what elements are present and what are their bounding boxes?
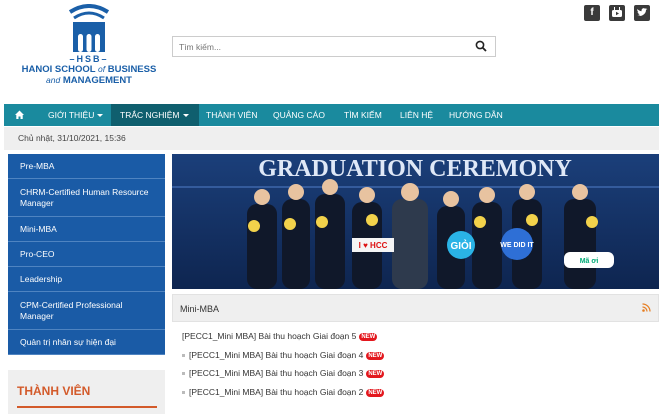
nav-tim-kiem[interactable]: TÌM KIẾM (344, 104, 382, 126)
nav-lien-he[interactable]: LIÊN HỆ (400, 104, 433, 126)
twitter-icon[interactable] (634, 5, 650, 21)
sidebar-item-label: Leadership (20, 273, 63, 284)
graduation-banner[interactable]: GRADUATION CEREMONY I ♥ HCC GIỎI WE DID … (172, 154, 659, 289)
logo-line2: and MANAGEMENT (46, 75, 132, 86)
new-badge-icon: NEW (366, 352, 385, 360)
sidebar-item-quan-tri-nhan-su[interactable]: Quản trị nhân sự hiện đại (8, 330, 165, 355)
logo-sub: –HSB– (69, 54, 109, 64)
sidebar-item-label: CHRM-Certified Human Resource Manager (20, 186, 149, 208)
post-link[interactable]: [PECC1_Mini MBA] Bài thu hoạch Giai đoạn… (182, 350, 385, 360)
date-bar: Chủ nhật, 31/10/2021, 15:36 (4, 127, 659, 150)
sidebar-item-label: Pre-MBA (20, 160, 55, 171)
caret-down-icon (97, 114, 104, 118)
nav-gioi-thieu[interactable]: GIỚI THIỆU (42, 104, 109, 126)
site-header: –HSB– HANOI SCHOOL of BUSINESS and MANAG… (0, 0, 659, 100)
bullet-icon (182, 354, 185, 358)
facebook-icon[interactable]: f (584, 5, 600, 21)
home-icon[interactable] (14, 104, 28, 126)
youtube-icon[interactable] (609, 5, 625, 21)
members-box: THÀNH VIÊN (8, 370, 165, 414)
sidebar-item-chrm[interactable]: CHRM-Certified Human Resource Manager (8, 179, 165, 217)
sidebar-item-label: Pro-CEO (20, 248, 55, 259)
nav-trac-nghiem[interactable]: TRẮC NGHIỆM (111, 104, 199, 126)
bullet-icon (182, 372, 185, 376)
new-badge-icon: NEW (366, 389, 385, 397)
sidebar-item-label: Quản trị nhân sự hiện đại (20, 336, 116, 347)
nav-quang-cao[interactable]: QUẢNG CÁO (273, 104, 325, 126)
sidebar-item-mini-mba[interactable]: Mini-MBA (8, 217, 165, 242)
new-badge-icon: NEW (359, 333, 378, 341)
sidebar-item-cpm[interactable]: CPM-Certified Professional Manager (8, 292, 165, 330)
sidebar-menu: Pre-MBA CHRM-Certified Human Resource Ma… (8, 154, 165, 355)
search-box (172, 36, 496, 57)
main-nav: GIỚI THIỆU TRẮC NGHIỆM THÀNH VIÊN QUẢNG … (4, 104, 659, 126)
bullet-icon (182, 391, 185, 395)
post-link[interactable]: [PECC1_Mini MBA] Bài thu hoạch Giai đoạn… (182, 331, 378, 341)
sidebar-item-label: Mini-MBA (20, 223, 57, 234)
banner-sign-1: I ♥ HCC (359, 241, 388, 250)
caret-down-icon (182, 114, 189, 118)
sidebar-item-pro-ceo[interactable]: Pro-CEO (8, 242, 165, 267)
sidebar-item-pre-mba[interactable]: Pre-MBA (8, 154, 165, 179)
rss-icon[interactable] (642, 303, 651, 312)
mini-mba-panel-header: Mini-MBA (172, 294, 659, 322)
banner-title: GRADUATION CEREMONY (258, 156, 572, 182)
divider (17, 406, 157, 408)
post-link[interactable]: [PECC1_Mini MBA] Bài thu hoạch Giai đoạn… (182, 387, 385, 397)
current-date: Chủ nhật, 31/10/2021, 15:36 (18, 133, 126, 143)
banner-sign-4: Mã ơi (580, 258, 599, 265)
logo-line1: HANOI SCHOOL of BUSINESS (21, 64, 157, 75)
post-link[interactable]: [PECC1_Mini MBA] Bài thu hoạch Giai đoạn… (182, 368, 385, 378)
search-input[interactable] (173, 37, 463, 56)
nav-huong-dan[interactable]: HƯỚNG DẪN (449, 104, 503, 126)
post-title: [PECC1_Mini MBA] Bài thu hoạch Giai đoạn… (182, 331, 357, 341)
sidebar-item-leadership[interactable]: Leadership (8, 267, 165, 292)
post-title: [PECC1_Mini MBA] Bài thu hoạch Giai đoạn… (189, 350, 364, 360)
search-icon[interactable] (475, 40, 487, 52)
post-title: [PECC1_Mini MBA] Bài thu hoạch Giai đoạn… (189, 387, 364, 397)
banner-sign-3: WE DID IT (500, 242, 534, 249)
sidebar-item-label: CPM-Certified Professional Manager (20, 299, 123, 321)
banner-sign-2: GIỎI (450, 239, 471, 252)
logo-mark-icon (62, 4, 116, 54)
nav-thanh-vien[interactable]: THÀNH VIÊN (206, 104, 257, 126)
hsb-logo[interactable]: –HSB– HANOI SCHOOL of BUSINESS and MANAG… (14, 4, 164, 86)
panel-title[interactable]: Mini-MBA (180, 304, 219, 314)
members-title: THÀNH VIÊN (17, 384, 91, 398)
new-badge-icon: NEW (366, 370, 385, 378)
post-title: [PECC1_Mini MBA] Bài thu hoạch Giai đoạn… (189, 368, 364, 378)
